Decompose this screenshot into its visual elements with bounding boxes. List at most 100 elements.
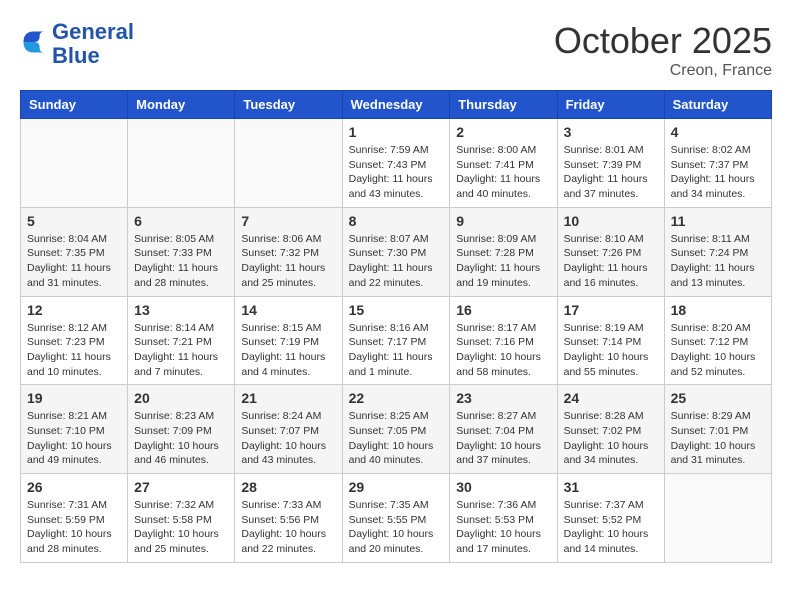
day-number: 11 xyxy=(671,213,765,229)
day-cell: 14 Sunrise: 8:15 AMSunset: 7:19 PMDaylig… xyxy=(235,296,342,385)
day-info: Sunrise: 8:11 AMSunset: 7:24 PMDaylight:… xyxy=(671,232,765,291)
day-number: 5 xyxy=(27,213,121,229)
day-cell: 21 Sunrise: 8:24 AMSunset: 7:07 PMDaylig… xyxy=(235,385,342,474)
day-number: 2 xyxy=(456,124,550,140)
day-info: Sunrise: 7:33 AMSunset: 5:56 PMDaylight:… xyxy=(241,498,335,557)
weekday-wednesday: Wednesday xyxy=(342,91,450,119)
day-info: Sunrise: 8:17 AMSunset: 7:16 PMDaylight:… xyxy=(456,321,550,380)
day-info: Sunrise: 8:12 AMSunset: 7:23 PMDaylight:… xyxy=(27,321,121,380)
day-cell: 29 Sunrise: 7:35 AMSunset: 5:55 PMDaylig… xyxy=(342,474,450,563)
day-cell: 18 Sunrise: 8:20 AMSunset: 7:12 PMDaylig… xyxy=(664,296,771,385)
day-number: 16 xyxy=(456,302,550,318)
day-number: 24 xyxy=(564,390,658,406)
logo-icon xyxy=(20,28,48,56)
day-number: 23 xyxy=(456,390,550,406)
day-cell: 8 Sunrise: 8:07 AMSunset: 7:30 PMDayligh… xyxy=(342,207,450,296)
day-info: Sunrise: 8:04 AMSunset: 7:35 PMDaylight:… xyxy=(27,232,121,291)
weekday-monday: Monday xyxy=(128,91,235,119)
day-info: Sunrise: 8:09 AMSunset: 7:28 PMDaylight:… xyxy=(456,232,550,291)
day-number: 22 xyxy=(349,390,444,406)
day-info: Sunrise: 7:32 AMSunset: 5:58 PMDaylight:… xyxy=(134,498,228,557)
day-info: Sunrise: 8:16 AMSunset: 7:17 PMDaylight:… xyxy=(349,321,444,380)
calendar-body: 1 Sunrise: 7:59 AMSunset: 7:43 PMDayligh… xyxy=(21,119,772,563)
weekday-header-row: SundayMondayTuesdayWednesdayThursdayFrid… xyxy=(21,91,772,119)
day-cell: 4 Sunrise: 8:02 AMSunset: 7:37 PMDayligh… xyxy=(664,119,771,208)
day-cell: 6 Sunrise: 8:05 AMSunset: 7:33 PMDayligh… xyxy=(128,207,235,296)
day-cell xyxy=(235,119,342,208)
day-number: 25 xyxy=(671,390,765,406)
day-cell: 9 Sunrise: 8:09 AMSunset: 7:28 PMDayligh… xyxy=(450,207,557,296)
day-info: Sunrise: 7:35 AMSunset: 5:55 PMDaylight:… xyxy=(349,498,444,557)
day-cell: 5 Sunrise: 8:04 AMSunset: 7:35 PMDayligh… xyxy=(21,207,128,296)
week-row-3: 12 Sunrise: 8:12 AMSunset: 7:23 PMDaylig… xyxy=(21,296,772,385)
day-number: 31 xyxy=(564,479,658,495)
day-info: Sunrise: 8:02 AMSunset: 7:37 PMDaylight:… xyxy=(671,143,765,202)
day-number: 1 xyxy=(349,124,444,140)
day-cell: 25 Sunrise: 8:29 AMSunset: 7:01 PMDaylig… xyxy=(664,385,771,474)
day-cell: 22 Sunrise: 8:25 AMSunset: 7:05 PMDaylig… xyxy=(342,385,450,474)
day-info: Sunrise: 7:36 AMSunset: 5:53 PMDaylight:… xyxy=(456,498,550,557)
day-number: 26 xyxy=(27,479,121,495)
day-info: Sunrise: 8:21 AMSunset: 7:10 PMDaylight:… xyxy=(27,409,121,468)
day-info: Sunrise: 8:23 AMSunset: 7:09 PMDaylight:… xyxy=(134,409,228,468)
day-info: Sunrise: 8:10 AMSunset: 7:26 PMDaylight:… xyxy=(564,232,658,291)
day-cell: 27 Sunrise: 7:32 AMSunset: 5:58 PMDaylig… xyxy=(128,474,235,563)
day-number: 18 xyxy=(671,302,765,318)
day-cell: 17 Sunrise: 8:19 AMSunset: 7:14 PMDaylig… xyxy=(557,296,664,385)
day-number: 8 xyxy=(349,213,444,229)
day-cell xyxy=(664,474,771,563)
day-info: Sunrise: 8:27 AMSunset: 7:04 PMDaylight:… xyxy=(456,409,550,468)
day-number: 7 xyxy=(241,213,335,229)
day-number: 3 xyxy=(564,124,658,140)
day-cell: 24 Sunrise: 8:28 AMSunset: 7:02 PMDaylig… xyxy=(557,385,664,474)
day-cell: 7 Sunrise: 8:06 AMSunset: 7:32 PMDayligh… xyxy=(235,207,342,296)
day-cell: 13 Sunrise: 8:14 AMSunset: 7:21 PMDaylig… xyxy=(128,296,235,385)
weekday-saturday: Saturday xyxy=(664,91,771,119)
day-info: Sunrise: 8:05 AMSunset: 7:33 PMDaylight:… xyxy=(134,232,228,291)
weekday-tuesday: Tuesday xyxy=(235,91,342,119)
page-header: GeneralBlue October 2025 Creon, France xyxy=(20,20,772,80)
week-row-5: 26 Sunrise: 7:31 AMSunset: 5:59 PMDaylig… xyxy=(21,474,772,563)
day-cell: 26 Sunrise: 7:31 AMSunset: 5:59 PMDaylig… xyxy=(21,474,128,563)
day-info: Sunrise: 8:20 AMSunset: 7:12 PMDaylight:… xyxy=(671,321,765,380)
day-info: Sunrise: 8:28 AMSunset: 7:02 PMDaylight:… xyxy=(564,409,658,468)
day-info: Sunrise: 8:07 AMSunset: 7:30 PMDaylight:… xyxy=(349,232,444,291)
day-number: 14 xyxy=(241,302,335,318)
day-info: Sunrise: 8:00 AMSunset: 7:41 PMDaylight:… xyxy=(456,143,550,202)
day-number: 29 xyxy=(349,479,444,495)
day-number: 28 xyxy=(241,479,335,495)
day-cell: 20 Sunrise: 8:23 AMSunset: 7:09 PMDaylig… xyxy=(128,385,235,474)
week-row-4: 19 Sunrise: 8:21 AMSunset: 7:10 PMDaylig… xyxy=(21,385,772,474)
day-info: Sunrise: 7:59 AMSunset: 7:43 PMDaylight:… xyxy=(349,143,444,202)
logo: GeneralBlue xyxy=(20,20,134,68)
calendar-table: SundayMondayTuesdayWednesdayThursdayFrid… xyxy=(20,90,772,563)
day-cell: 11 Sunrise: 8:11 AMSunset: 7:24 PMDaylig… xyxy=(664,207,771,296)
weekday-friday: Friday xyxy=(557,91,664,119)
day-number: 15 xyxy=(349,302,444,318)
day-number: 6 xyxy=(134,213,228,229)
day-info: Sunrise: 8:15 AMSunset: 7:19 PMDaylight:… xyxy=(241,321,335,380)
location: Creon, France xyxy=(554,62,772,80)
weekday-thursday: Thursday xyxy=(450,91,557,119)
day-cell xyxy=(128,119,235,208)
day-info: Sunrise: 8:25 AMSunset: 7:05 PMDaylight:… xyxy=(349,409,444,468)
day-cell: 12 Sunrise: 8:12 AMSunset: 7:23 PMDaylig… xyxy=(21,296,128,385)
month-title: October 2025 xyxy=(554,20,772,62)
day-number: 21 xyxy=(241,390,335,406)
day-cell: 1 Sunrise: 7:59 AMSunset: 7:43 PMDayligh… xyxy=(342,119,450,208)
day-number: 20 xyxy=(134,390,228,406)
title-block: October 2025 Creon, France xyxy=(554,20,772,80)
day-cell: 31 Sunrise: 7:37 AMSunset: 5:52 PMDaylig… xyxy=(557,474,664,563)
day-number: 9 xyxy=(456,213,550,229)
day-cell: 2 Sunrise: 8:00 AMSunset: 7:41 PMDayligh… xyxy=(450,119,557,208)
day-info: Sunrise: 8:19 AMSunset: 7:14 PMDaylight:… xyxy=(564,321,658,380)
day-info: Sunrise: 7:37 AMSunset: 5:52 PMDaylight:… xyxy=(564,498,658,557)
day-number: 19 xyxy=(27,390,121,406)
week-row-2: 5 Sunrise: 8:04 AMSunset: 7:35 PMDayligh… xyxy=(21,207,772,296)
day-info: Sunrise: 7:31 AMSunset: 5:59 PMDaylight:… xyxy=(27,498,121,557)
day-cell: 23 Sunrise: 8:27 AMSunset: 7:04 PMDaylig… xyxy=(450,385,557,474)
day-cell: 3 Sunrise: 8:01 AMSunset: 7:39 PMDayligh… xyxy=(557,119,664,208)
day-cell xyxy=(21,119,128,208)
day-number: 17 xyxy=(564,302,658,318)
day-cell: 10 Sunrise: 8:10 AMSunset: 7:26 PMDaylig… xyxy=(557,207,664,296)
